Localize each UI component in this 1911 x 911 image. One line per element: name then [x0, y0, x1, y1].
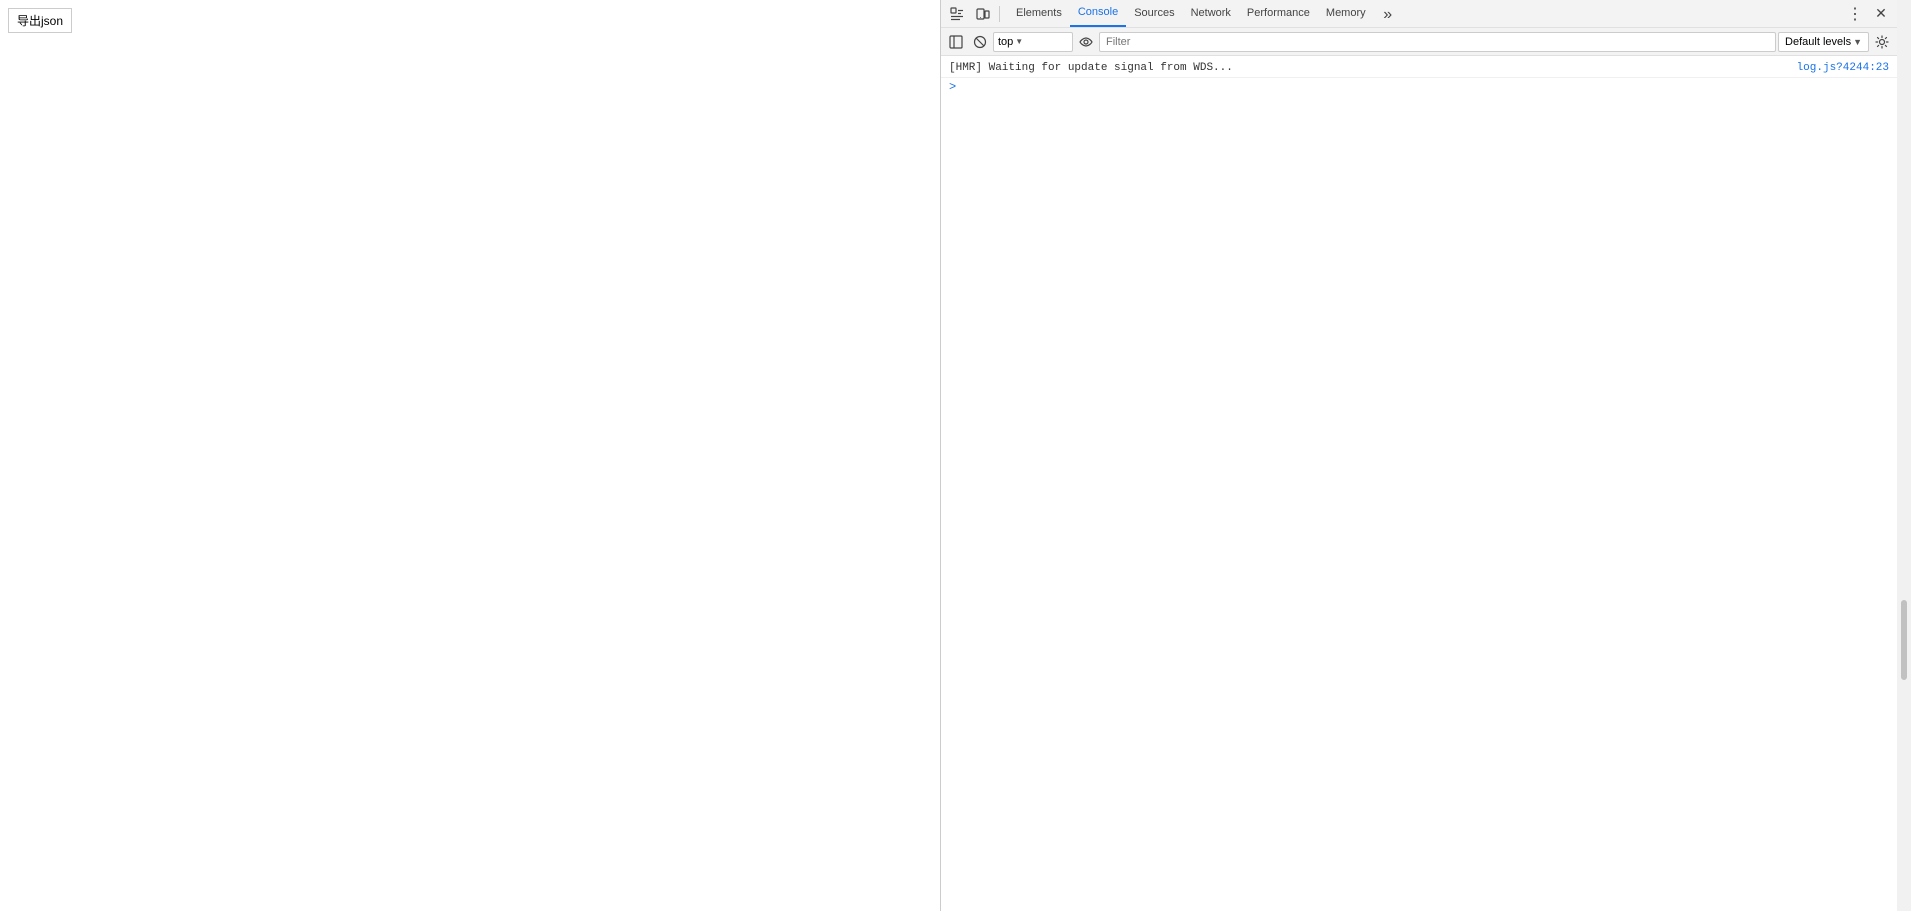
close-devtools-icon[interactable]: ✕: [1869, 2, 1893, 26]
context-selector-value: top: [998, 36, 1013, 48]
console-log-entry: [HMR] Waiting for update signal from WDS…: [941, 60, 1897, 78]
more-tabs-icon[interactable]: »: [1376, 3, 1400, 27]
device-toolbar-icon[interactable]: [971, 2, 995, 26]
console-prompt-line: >: [941, 78, 1897, 96]
log-levels-label: Default levels: [1785, 36, 1851, 48]
scrollbar-thumb[interactable]: [1901, 600, 1907, 680]
prompt-chevron-icon: >: [949, 80, 956, 94]
console-log-link[interactable]: log.js?4244:23: [1797, 62, 1889, 74]
tab-elements[interactable]: Elements: [1008, 0, 1070, 27]
main-page: 导出json: [0, 0, 940, 911]
console-settings-icon[interactable]: [1871, 31, 1893, 53]
eye-icon[interactable]: [1075, 31, 1097, 53]
log-levels-arrow-icon: ▼: [1853, 37, 1862, 47]
console-output: [HMR] Waiting for update signal from WDS…: [941, 56, 1897, 911]
tab-console[interactable]: Console: [1070, 0, 1126, 27]
tab-network[interactable]: Network: [1183, 0, 1239, 27]
tab-sources[interactable]: Sources: [1126, 0, 1182, 27]
toolbar-separator: [999, 6, 1000, 22]
devtools-tabs: Elements Console Sources Network Perform…: [1004, 0, 1841, 27]
console-log-message: [HMR] Waiting for update signal from WDS…: [949, 62, 1789, 74]
devtools-top-toolbar: Elements Console Sources Network Perform…: [941, 0, 1897, 28]
devtools-panel: Elements Console Sources Network Perform…: [940, 0, 1897, 911]
more-options-icon[interactable]: ⋮: [1843, 4, 1867, 24]
page-scrollbar[interactable]: [1897, 0, 1911, 911]
context-selector-arrow-icon: ▼: [1015, 37, 1023, 46]
context-selector[interactable]: top ▼: [993, 32, 1073, 52]
inspect-element-icon[interactable]: [945, 2, 969, 26]
clear-console-icon[interactable]: [969, 31, 991, 53]
devtools-toolbar-right: ⋮ ✕: [1843, 2, 1893, 26]
export-json-button[interactable]: 导出json: [8, 8, 72, 33]
log-levels-button[interactable]: Default levels ▼: [1778, 32, 1869, 52]
console-toolbar: top ▼ Default levels ▼: [941, 28, 1897, 56]
tab-performance[interactable]: Performance: [1239, 0, 1318, 27]
console-filter-input[interactable]: [1099, 32, 1776, 52]
tab-memory[interactable]: Memory: [1318, 0, 1374, 27]
console-sidebar-icon[interactable]: [945, 31, 967, 53]
